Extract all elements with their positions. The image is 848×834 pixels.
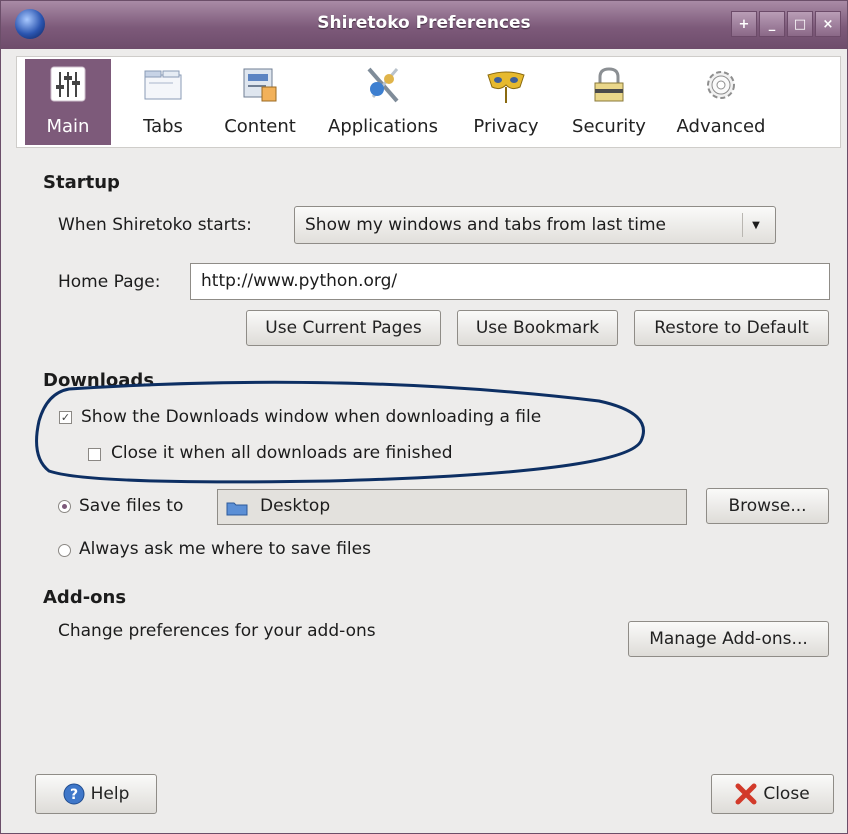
tab-label: Privacy bbox=[473, 116, 539, 137]
when-starts-select[interactable]: Show my windows and tabs from last time … bbox=[294, 206, 776, 244]
save-location-field[interactable]: Desktop bbox=[217, 489, 687, 525]
show-downloads-label: Show the Downloads window when downloadi… bbox=[81, 407, 542, 427]
addons-heading: Add-ons bbox=[43, 587, 127, 608]
tab-tabs[interactable]: Tabs bbox=[123, 59, 203, 145]
preferences-window: Shiretoko Preferences + _ □ × Main Tabs … bbox=[0, 0, 848, 834]
home-page-value: http://www.python.org/ bbox=[201, 271, 398, 291]
tab-label: Security bbox=[572, 116, 646, 137]
close-icon bbox=[735, 783, 757, 805]
window-title: Shiretoko Preferences bbox=[317, 13, 531, 33]
close-when-done-label: Close it when all downloads are finished bbox=[111, 443, 453, 463]
save-files-radio[interactable] bbox=[58, 500, 71, 513]
tab-security[interactable]: Security bbox=[561, 59, 657, 145]
hand-drawn-highlight bbox=[35, 380, 645, 484]
folder-icon bbox=[226, 502, 248, 516]
svg-text:?: ? bbox=[70, 787, 78, 803]
use-current-pages-button[interactable]: Use Current Pages bbox=[246, 310, 441, 346]
tab-label: Advanced bbox=[676, 116, 766, 137]
minimize-button[interactable]: _ bbox=[759, 11, 785, 37]
save-location-value: Desktop bbox=[260, 496, 331, 516]
close-when-done-checkbox[interactable] bbox=[88, 448, 101, 461]
close-window-button[interactable]: × bbox=[815, 11, 841, 37]
always-ask-label: Always ask me where to save files bbox=[79, 539, 371, 559]
dropdown-arrow-icon: ▼ bbox=[742, 213, 769, 237]
when-starts-value: Show my windows and tabs from last time bbox=[305, 215, 667, 235]
tab-label: Main bbox=[46, 116, 90, 137]
use-bookmark-button[interactable]: Use Bookmark bbox=[457, 310, 618, 346]
manage-addons-button[interactable]: Manage Add-ons... bbox=[628, 621, 829, 657]
show-downloads-checkbox[interactable]: ✓ bbox=[59, 411, 72, 424]
help-button[interactable]: ? Help bbox=[35, 774, 157, 814]
close-label: Close bbox=[763, 784, 810, 804]
help-icon: ? bbox=[63, 783, 85, 805]
tabs-icon bbox=[144, 70, 182, 100]
save-files-label: Save files to bbox=[79, 496, 184, 516]
preferences-toolbar: Main Tabs Content Applications Privacy S… bbox=[16, 56, 841, 148]
mask-icon bbox=[487, 71, 525, 103]
window-controls: + _ □ × bbox=[731, 11, 841, 37]
tab-privacy[interactable]: Privacy bbox=[463, 59, 549, 145]
home-page-label: Home Page: bbox=[58, 272, 161, 292]
tab-label: Applications bbox=[328, 116, 438, 137]
title-bar[interactable]: Shiretoko Preferences + _ □ × bbox=[1, 1, 847, 49]
help-label: Help bbox=[90, 784, 130, 804]
tab-advanced[interactable]: Advanced bbox=[669, 59, 773, 145]
always-ask-radio[interactable] bbox=[58, 544, 71, 557]
addons-description: Change preferences for your add-ons bbox=[58, 621, 376, 641]
close-button[interactable]: Close bbox=[711, 774, 834, 814]
when-starts-label: When Shiretoko starts: bbox=[58, 215, 252, 235]
home-page-input[interactable]: http://www.python.org/ bbox=[190, 263, 830, 300]
applications-icon bbox=[367, 67, 399, 103]
tab-main[interactable]: Main bbox=[25, 59, 111, 145]
sliders-icon bbox=[50, 66, 86, 102]
content-icon bbox=[243, 68, 277, 102]
pin-button[interactable]: + bbox=[731, 11, 757, 37]
tab-applications[interactable]: Applications bbox=[319, 59, 447, 145]
lock-icon bbox=[594, 67, 624, 102]
tab-label: Content bbox=[224, 116, 296, 137]
browse-button[interactable]: Browse... bbox=[706, 488, 829, 524]
maximize-button[interactable]: □ bbox=[787, 11, 813, 37]
startup-heading: Startup bbox=[43, 172, 120, 193]
restore-default-button[interactable]: Restore to Default bbox=[634, 310, 829, 346]
tab-content[interactable]: Content bbox=[213, 59, 307, 145]
tab-label: Tabs bbox=[143, 116, 183, 137]
gear-icon bbox=[707, 71, 735, 99]
